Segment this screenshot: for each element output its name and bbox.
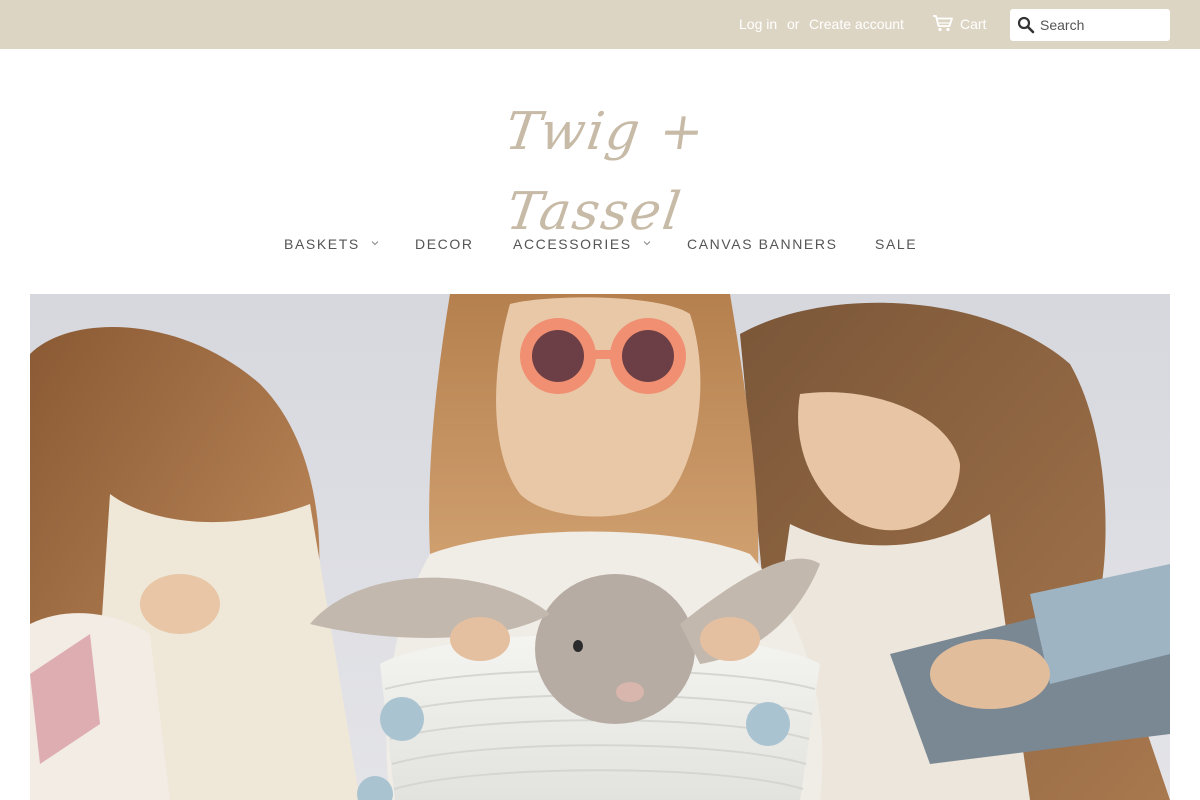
store-logo[interactable]: Twig + Tassel — [450, 92, 750, 242]
login-link[interactable]: Log in — [739, 16, 777, 32]
nav-item-sale[interactable]: SALE — [875, 236, 917, 252]
logo-text: Twig + Tassel — [501, 102, 710, 242]
hero-illustration — [30, 294, 1170, 800]
nav-item-label: SALE — [875, 236, 918, 252]
search-input[interactable] — [1040, 13, 1164, 37]
nav-item-label: DECOR — [415, 236, 474, 252]
cart-link[interactable]: Cart — [960, 16, 986, 32]
search-box[interactable] — [1010, 9, 1170, 41]
nav-item-label: ACCESSORIES — [513, 236, 632, 252]
main-navigation: BASKETS DECOR ACCESSORIES CANVAS BANNERS… — [0, 232, 1200, 258]
hero-image[interactable] — [30, 294, 1170, 800]
chevron-down-icon — [371, 241, 379, 246]
or-separator: or — [787, 16, 800, 32]
nav-item-label: BASKETS — [284, 236, 360, 252]
nav-item-canvas-banners[interactable]: CANVAS BANNERS — [687, 236, 838, 252]
chevron-down-icon — [643, 241, 651, 246]
nav-item-decor[interactable]: DECOR — [415, 236, 474, 252]
nav-item-label: CANVAS BANNERS — [687, 236, 838, 252]
create-account-link[interactable]: Create account — [809, 16, 904, 32]
nav-item-accessories[interactable]: ACCESSORIES — [513, 236, 651, 252]
nav-item-baskets[interactable]: BASKETS — [284, 236, 379, 252]
cart-icon[interactable] — [932, 14, 954, 32]
top-utility-bar: Log in or Create account Cart — [0, 0, 1200, 49]
search-icon[interactable] — [1017, 16, 1035, 34]
